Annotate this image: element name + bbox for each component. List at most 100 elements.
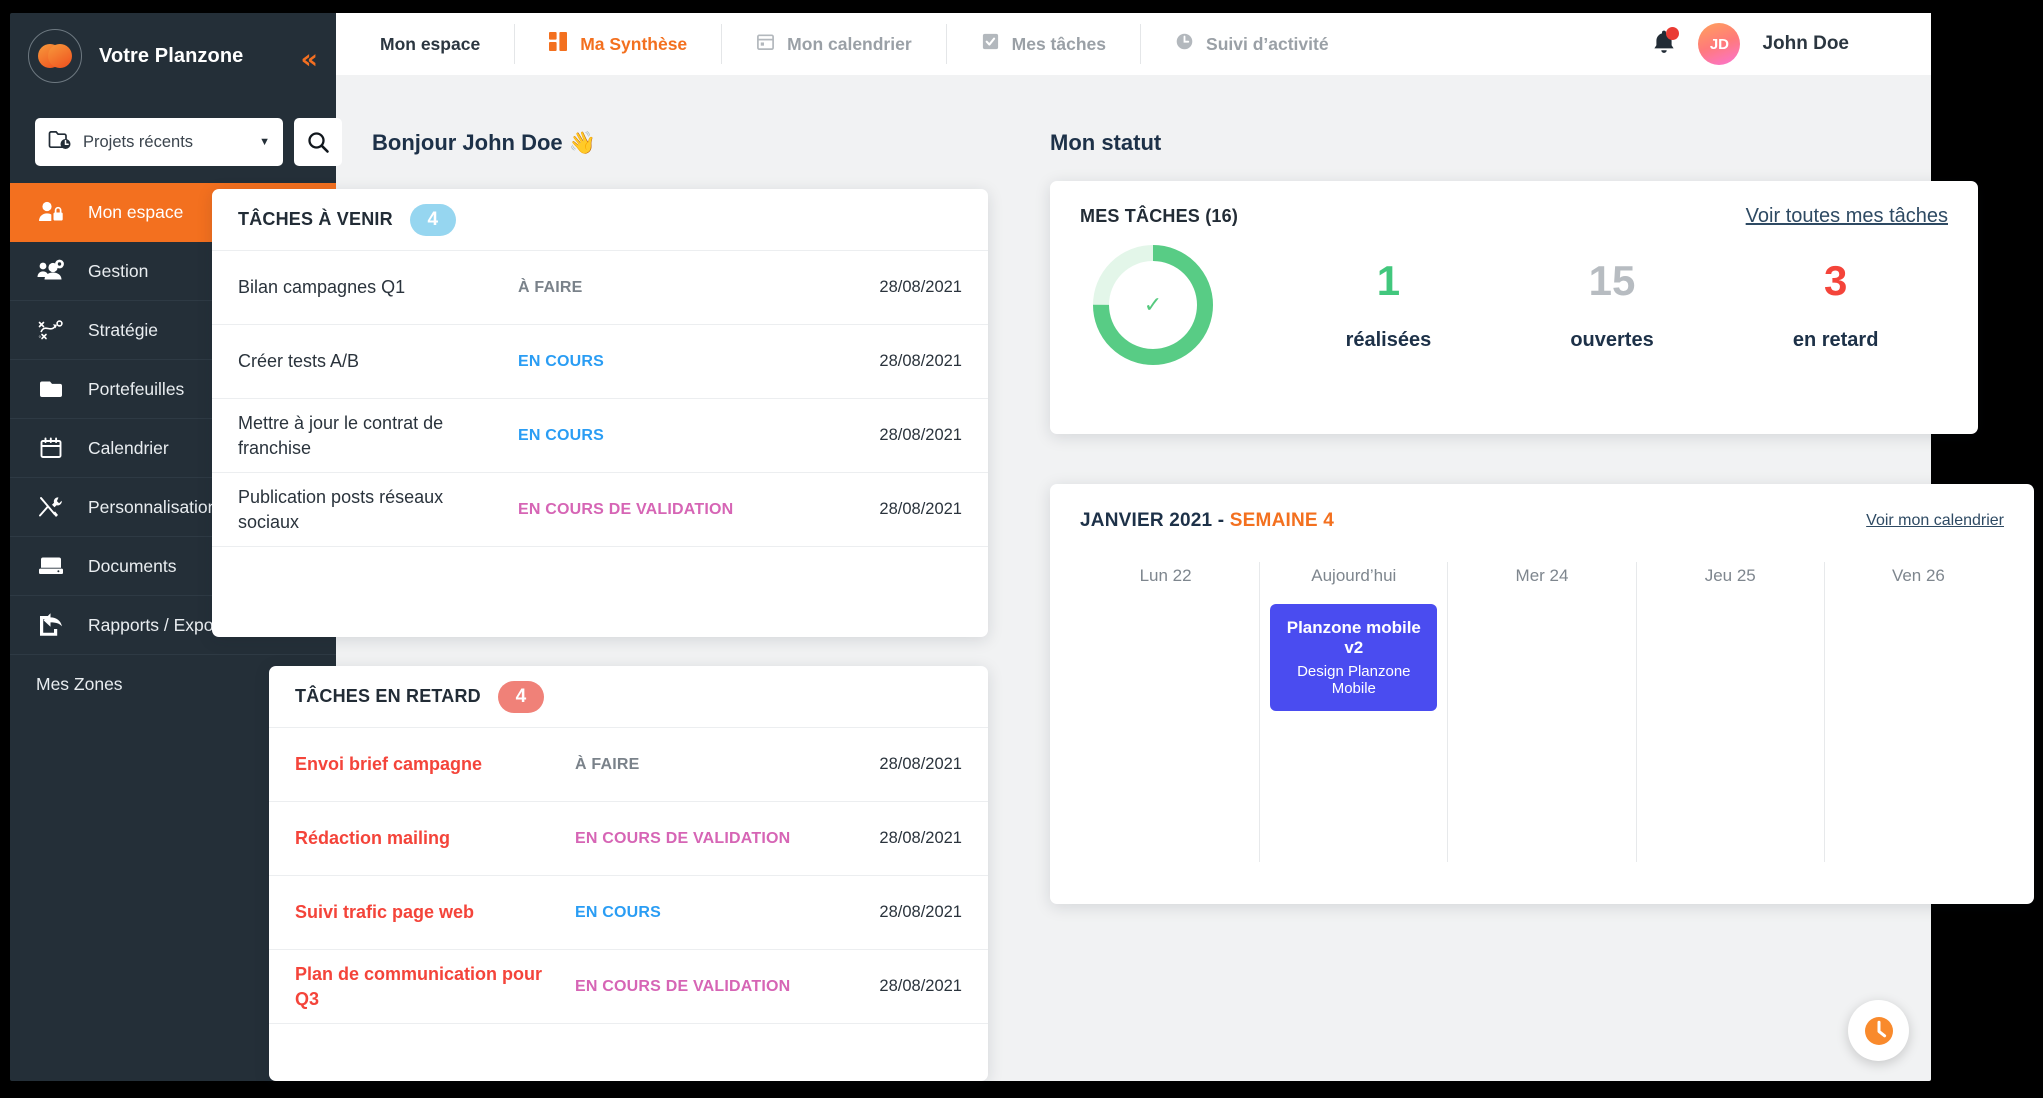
task-name: Bilan campagnes Q1 xyxy=(238,275,518,299)
calendar-day-column[interactable]: Mer 24 xyxy=(1447,562,1635,862)
clock-icon xyxy=(1175,32,1194,56)
count-badge: 4 xyxy=(498,681,544,713)
task-name: Plan de communication pour Q3 xyxy=(295,962,575,1011)
tab-suivi-activite[interactable]: Suivi d’activité xyxy=(1141,24,1363,64)
task-name: Suivi trafic page web xyxy=(295,900,575,924)
calendar-day-label: Lun 22 xyxy=(1072,562,1259,586)
recent-projects-value: Projets récents xyxy=(83,133,248,152)
table-row[interactable]: Bilan campagnes Q1 À FAIRE 28/08/2021 xyxy=(212,251,988,325)
stat-en-retard: 3 en retard xyxy=(1793,258,1879,351)
sidebar-item-label: Mon espace xyxy=(88,202,183,223)
status-badge: EN COURS DE VALIDATION xyxy=(575,978,879,996)
tab-label: Ma Synthèse xyxy=(580,34,687,55)
calendar-grid: Lun 22 Aujourd’hui Planzone mobile v2 De… xyxy=(1072,562,2012,862)
tab-label: Mon calendrier xyxy=(787,34,911,55)
status-badge: À FAIRE xyxy=(575,756,879,774)
calendar-week: SEMAINE 4 xyxy=(1230,510,1334,531)
calendar-day-label: Aujourd’hui xyxy=(1260,562,1447,586)
card-header: JANVIER 2021 - SEMAINE 4 Voir mon calend… xyxy=(1050,484,2034,532)
tab-mon-calendrier[interactable]: Mon calendrier xyxy=(722,24,946,64)
recent-projects-select[interactable]: Projets récents ▼ xyxy=(35,118,283,166)
count-badge: 4 xyxy=(410,204,456,236)
stat-realisees: 1 réalisées xyxy=(1346,258,1432,351)
tools-icon xyxy=(36,495,66,519)
card-title: MES TÂCHES (16) xyxy=(1080,206,1238,227)
calendar-month: JANVIER 2021 - xyxy=(1080,510,1230,531)
table-row[interactable]: Créer tests A/B EN COURS 28/08/2021 xyxy=(212,325,988,399)
table-row[interactable]: Suivi trafic page web EN COURS 28/08/202… xyxy=(269,876,988,950)
user-lock-icon xyxy=(36,200,66,224)
planzone-logo-icon xyxy=(28,29,82,83)
folder-clock-icon xyxy=(48,129,72,156)
stat-label: en retard xyxy=(1793,329,1879,352)
greeting: Bonjour John Doe 👋 xyxy=(372,130,596,156)
notification-dot xyxy=(1666,27,1679,40)
task-name: Publication posts réseaux sociaux xyxy=(238,485,518,534)
stat-label: ouvertes xyxy=(1570,329,1653,352)
view-all-tasks-link[interactable]: Voir toutes mes tâches xyxy=(1746,205,1948,228)
user-block: JD John Doe xyxy=(1652,13,1849,75)
calendar-icon xyxy=(756,32,775,56)
portfolio-icon xyxy=(36,378,66,400)
grid-icon xyxy=(549,32,568,56)
search-icon xyxy=(306,130,330,154)
activity-timer-button[interactable] xyxy=(1848,1000,1909,1061)
notifications-button[interactable] xyxy=(1652,29,1676,60)
task-date: 28/08/2021 xyxy=(879,352,962,371)
tab-ma-synthese[interactable]: Ma Synthèse xyxy=(515,24,722,64)
task-name: Mettre à jour le contrat de franchise xyxy=(238,411,518,460)
late-tasks-card: TÂCHES EN RETARD 4 Envoi brief campagne … xyxy=(269,666,988,1081)
stat-value: 15 xyxy=(1570,258,1653,304)
calendar-day-column[interactable]: Jeu 25 xyxy=(1636,562,1824,862)
check-icon: ✓ xyxy=(1090,242,1216,368)
calendar-event-subtitle: Design Planzone Mobile xyxy=(1278,663,1429,697)
collapse-chevrons-icon[interactable]: « xyxy=(301,46,318,73)
sidebar-item-label: Documents xyxy=(88,556,177,577)
card-header: TÂCHES À VENIR 4 xyxy=(212,189,988,251)
search-button[interactable] xyxy=(294,118,342,166)
calendar-event[interactable]: Planzone mobile v2 Design Planzone Mobil… xyxy=(1270,604,1437,711)
sidebar-zones-label: Mes Zones xyxy=(36,674,123,695)
brand: Votre Planzone xyxy=(28,29,318,83)
sidebar-item-label: Gestion xyxy=(88,261,148,282)
avatar[interactable]: JD xyxy=(1698,23,1740,65)
sidebar-item-label: Stratégie xyxy=(88,320,158,341)
upcoming-tasks-card: TÂCHES À VENIR 4 Bilan campagnes Q1 À FA… xyxy=(212,189,988,637)
tab-mes-taches[interactable]: Mes tâches xyxy=(947,24,1141,64)
table-row[interactable]: Mettre à jour le contrat de franchise EN… xyxy=(212,399,988,473)
status-badge: EN COURS xyxy=(518,353,879,371)
calendar-event-title: Planzone mobile v2 xyxy=(1278,618,1429,658)
my-tasks-card: MES TÂCHES (16) Voir toutes mes tâches ✓… xyxy=(1050,181,1978,434)
stat-value: 1 xyxy=(1346,258,1432,304)
calendar-day-column[interactable]: Aujourd’hui Planzone mobile v2 Design Pl… xyxy=(1259,562,1447,862)
task-date: 28/08/2021 xyxy=(879,278,962,297)
task-list: Bilan campagnes Q1 À FAIRE 28/08/2021 Cr… xyxy=(212,251,988,547)
calendar-card: JANVIER 2021 - SEMAINE 4 Voir mon calend… xyxy=(1050,484,2034,904)
task-name: Créer tests A/B xyxy=(238,349,518,373)
table-row[interactable]: Rédaction mailing EN COURS DE VALIDATION… xyxy=(269,802,988,876)
checkbox-icon xyxy=(981,32,1000,56)
users-gear-icon xyxy=(36,259,66,283)
calendar-day-label: Jeu 25 xyxy=(1637,562,1824,586)
calendar-day-column[interactable]: Lun 22 xyxy=(1072,562,1259,862)
view-calendar-link[interactable]: Voir mon calendrier xyxy=(1866,512,2004,530)
app-root: Votre Planzone « Projets récents ▼ xyxy=(0,0,2043,1098)
clock-icon xyxy=(1861,1013,1897,1049)
task-stats: 1 réalisées 15 ouvertes 3 en retard xyxy=(1216,258,1948,351)
sidebar-item-label: Personnalisation xyxy=(88,497,217,518)
status-badge: EN COURS xyxy=(518,427,879,445)
page-title-mon-statut: Mon statut xyxy=(1050,130,1161,156)
stat-label: réalisées xyxy=(1346,329,1432,352)
task-date: 28/08/2021 xyxy=(879,500,962,519)
table-row[interactable]: Plan de communication pour Q3 EN COURS D… xyxy=(269,950,988,1024)
sidebar-item-label: Portefeuilles xyxy=(88,379,184,400)
table-row[interactable]: Publication posts réseaux sociaux EN COU… xyxy=(212,473,988,547)
avatar-initials: JD xyxy=(1710,36,1729,53)
calendar-day-column[interactable]: Ven 26 xyxy=(1824,562,2012,862)
task-list: Envoi brief campagne À FAIRE 28/08/2021 … xyxy=(269,728,988,1024)
status-badge: EN COURS DE VALIDATION xyxy=(518,501,879,519)
task-date: 28/08/2021 xyxy=(879,755,962,774)
tab-mon-espace[interactable]: Mon espace xyxy=(336,24,515,64)
table-row[interactable]: Envoi brief campagne À FAIRE 28/08/2021 xyxy=(269,728,988,802)
user-name: John Doe xyxy=(1762,33,1849,55)
